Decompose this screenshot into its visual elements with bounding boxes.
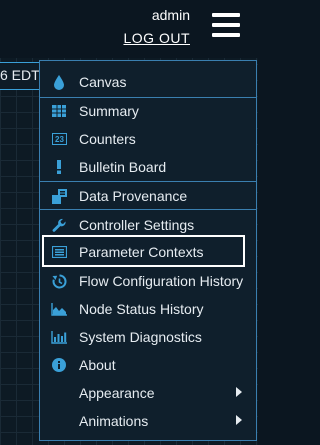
menu-label: Bulletin Board (79, 159, 167, 175)
menu-label: System Diagnostics (79, 329, 202, 345)
bar-chart-icon (51, 329, 67, 345)
hamburger-menu-icon[interactable] (212, 13, 240, 37)
menu-divider (40, 209, 256, 210)
menu-item-parameter-contexts[interactable]: Parameter Contexts (40, 238, 256, 266)
menu-item-flow-configuration-history[interactable]: Flow Configuration History (40, 267, 256, 295)
exclamation-icon (51, 159, 67, 175)
menu-label: Canvas (79, 74, 127, 90)
menu-item-canvas[interactable]: Canvas (40, 68, 256, 96)
menu-label: Parameter Contexts (79, 244, 204, 260)
top-bar: admin LOG OUT (0, 0, 258, 58)
logout-link[interactable]: LOG OUT (123, 30, 190, 46)
area-chart-icon (51, 301, 67, 317)
droplet-icon (51, 74, 67, 90)
menu-label: Summary (79, 103, 139, 119)
status-time: 6 EDT (0, 67, 40, 83)
menu-item-about[interactable]: About (40, 351, 256, 379)
list-box-icon (51, 244, 67, 260)
menu-label: Animations (79, 413, 149, 429)
table-icon (51, 103, 67, 119)
menu-item-system-diagnostics[interactable]: System Diagnostics (40, 323, 256, 351)
menu-label: Data Provenance (79, 188, 188, 204)
menu-item-appearance[interactable]: Appearance (40, 379, 256, 407)
menu-item-summary[interactable]: Summary (40, 97, 256, 125)
counter-icon: 23 (51, 131, 67, 147)
info-icon (51, 357, 67, 373)
provenance-icon (51, 188, 67, 204)
menu-item-node-status-history[interactable]: Node Status History (40, 295, 256, 323)
menu-item-data-provenance[interactable]: Data Provenance (40, 182, 256, 210)
submenu-arrow-icon (236, 387, 242, 397)
menu-label: Counters (79, 131, 136, 147)
current-user: admin (151, 7, 190, 23)
menu-label: Appearance (79, 385, 155, 401)
menu-label: Controller Settings (79, 217, 195, 233)
menu-label: Node Status History (79, 301, 204, 317)
menu-label: About (79, 357, 116, 373)
svg-text:23: 23 (55, 135, 64, 144)
history-icon (51, 273, 67, 289)
menu-item-animations[interactable]: Animations (40, 407, 256, 435)
menu-label: Flow Configuration History (79, 273, 244, 289)
menu-item-counters[interactable]: 23 Counters (40, 125, 256, 153)
submenu-arrow-icon (236, 415, 242, 425)
global-menu: Canvas Summary 23 Counters Bulletin Boar… (39, 60, 257, 441)
menu-item-controller-settings[interactable]: Controller Settings (40, 211, 256, 239)
menu-item-bulletin-board[interactable]: Bulletin Board (40, 153, 256, 181)
wrench-icon (51, 217, 67, 233)
